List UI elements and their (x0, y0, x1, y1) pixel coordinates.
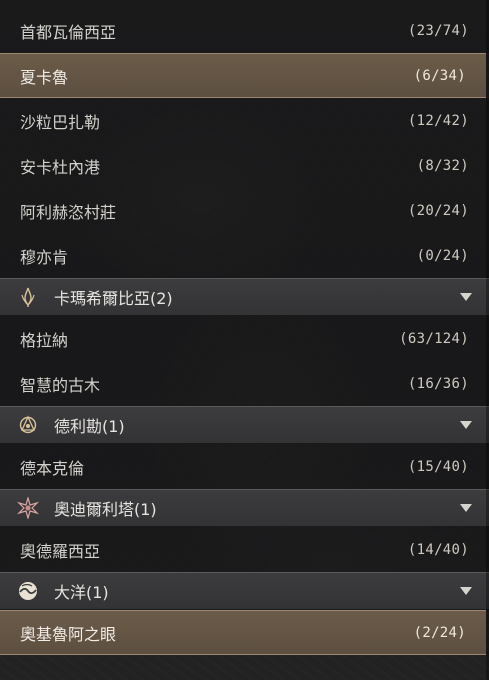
region-name: 夏卡魯 (20, 67, 69, 87)
region-name: 格拉納 (20, 330, 69, 350)
odyllita-emblem-icon (17, 497, 39, 519)
region-progress-count: (12/42) (407, 112, 469, 129)
region-group-header-kamasylvia[interactable]: 卡瑪希爾比亞(2) (0, 278, 489, 316)
list-item[interactable]: 穆亦肯 (0/24) (0, 233, 489, 278)
region-progress-count: (0/24) (416, 247, 469, 264)
region-group-header-ocean[interactable]: 大洋(1) (0, 572, 489, 610)
list-item[interactable]: 安卡杜內港 (8/32) (0, 143, 489, 188)
list-item[interactable]: 首都瓦倫西亞 (23/74) (0, 0, 489, 53)
region-group-title: 奧迪爾利塔(1) (54, 500, 157, 519)
list-item[interactable]: 奧德羅西亞 (14/40) (0, 527, 489, 572)
region-group-header-odyllita[interactable]: 奧迪爾利塔(1) (0, 489, 489, 527)
ocean-emblem-icon (17, 580, 39, 602)
chevron-down-icon[interactable] (459, 418, 473, 432)
region-name: 奧基魯阿之眼 (20, 624, 117, 644)
region-group-title: 德利勘(1) (54, 417, 125, 436)
list-item[interactable]: 智慧的古木 (16/36) (0, 361, 489, 406)
list-item[interactable]: 阿利赫恣村莊 (20/24) (0, 188, 489, 233)
drieghan-emblem-icon (17, 414, 39, 436)
region-name: 德本克倫 (20, 458, 85, 478)
chevron-down-icon[interactable] (459, 290, 473, 304)
region-name: 阿利赫恣村莊 (20, 202, 117, 222)
region-progress-count: (63/124) (399, 330, 469, 347)
region-progress-count: (15/40) (407, 458, 469, 475)
list-item[interactable]: 格拉納 (63/124) (0, 316, 489, 361)
kamasylvia-emblem-icon (17, 286, 39, 308)
region-name: 首都瓦倫西亞 (20, 22, 117, 42)
list-item[interactable]: 德本克倫 (15/40) (0, 444, 489, 489)
region-progress-count: (8/32) (416, 157, 469, 174)
region-group-header-drieghan[interactable]: 德利勘(1) (0, 406, 489, 444)
chevron-down-icon[interactable] (459, 501, 473, 515)
region-name: 穆亦肯 (20, 247, 69, 267)
region-node-list: 首都瓦倫西亞 (23/74) 夏卡魯 (6/34) 沙粒巴扎勒 (12/42) … (0, 0, 489, 655)
chevron-down-icon[interactable] (459, 584, 473, 598)
region-progress-count: (16/36) (407, 375, 469, 392)
region-progress-count: (14/40) (407, 541, 469, 558)
region-progress-count: (20/24) (407, 202, 469, 219)
list-item-selected[interactable]: 夏卡魯 (6/34) (0, 53, 486, 98)
list-item-selected[interactable]: 奧基魯阿之眼 (2/24) (0, 610, 486, 655)
region-name: 沙粒巴扎勒 (20, 112, 101, 132)
region-progress-count: (23/74) (407, 22, 469, 39)
region-group-title: 卡瑪希爾比亞(2) (54, 289, 173, 308)
region-progress-count: (2/24) (413, 624, 466, 641)
region-progress-count: (6/34) (413, 67, 466, 84)
region-name: 奧德羅西亞 (20, 541, 101, 561)
region-name: 智慧的古木 (20, 375, 101, 395)
region-group-title: 大洋(1) (54, 583, 109, 602)
region-name: 安卡杜內港 (20, 157, 101, 177)
list-item[interactable]: 沙粒巴扎勒 (12/42) (0, 98, 489, 143)
